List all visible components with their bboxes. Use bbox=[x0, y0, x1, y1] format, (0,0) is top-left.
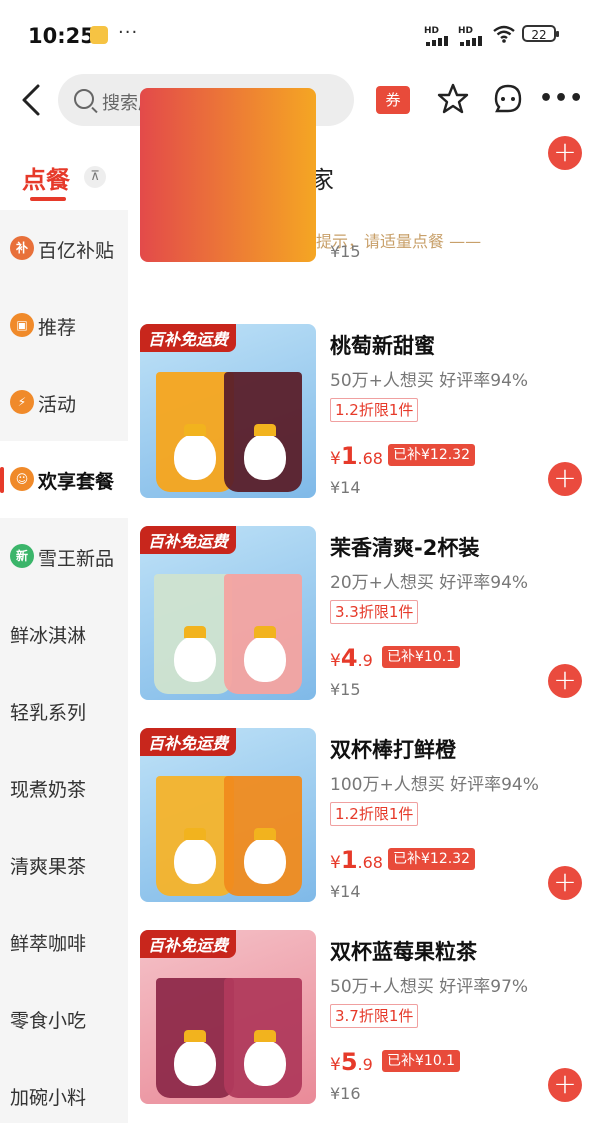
sidebar-item-label: 轻乳系列 bbox=[10, 702, 87, 724]
current-price: ¥5.9 bbox=[330, 1048, 373, 1076]
product-stats: 20万+人想买 好评率94% bbox=[330, 573, 529, 593]
subsidy-tag: 已补¥10.1 bbox=[382, 1050, 461, 1072]
mascot-illustration bbox=[174, 1030, 216, 1086]
battery-icon: 22 bbox=[522, 25, 559, 42]
promo-badge: 百补免运费 bbox=[140, 930, 237, 958]
search-icon bbox=[74, 89, 94, 109]
current-price: ¥4.9 bbox=[330, 644, 373, 672]
wifi-icon bbox=[493, 25, 515, 43]
product-stats: 50万+人想买 好评率97% bbox=[330, 977, 529, 997]
new-icon: 新 bbox=[10, 544, 34, 568]
sidebar-item-coffee[interactable]: 鲜萃咖啡 bbox=[0, 903, 128, 980]
product-image: 百补免运费 bbox=[140, 324, 316, 498]
sidebar-item-label: 雪王新品 bbox=[38, 548, 115, 570]
mascot-illustration bbox=[244, 1030, 286, 1086]
sidebar-item-combo[interactable]: ☺ 欢享套餐 bbox=[0, 441, 128, 518]
list-item-partial[interactable]: ¥15 + bbox=[128, 84, 600, 286]
product-stats: 50万+人想买 好评率94% bbox=[330, 371, 529, 391]
product-image: 百补免运费 bbox=[140, 728, 316, 902]
promo-badge: 百补免运费 bbox=[140, 728, 237, 756]
add-to-cart-button[interactable]: + bbox=[548, 664, 582, 698]
product-image: 百补免运费 bbox=[140, 930, 316, 1104]
product-image: 百补免运费 bbox=[140, 526, 316, 700]
sidebar-item-label: 活动 bbox=[38, 394, 77, 416]
sidebar-item-label: 鲜冰淇淋 bbox=[10, 625, 87, 647]
sidebar-item-label: 清爽果茶 bbox=[10, 856, 87, 878]
original-price: ¥15 bbox=[330, 680, 361, 699]
sidebar-item-label: 推荐 bbox=[38, 317, 77, 339]
discount-tag: 1.2折限1件 bbox=[330, 398, 419, 422]
sidebar-item-label: 加碗小料 bbox=[10, 1087, 87, 1109]
mascot-illustration bbox=[174, 424, 216, 480]
mascot-illustration bbox=[244, 828, 286, 884]
original-price: ¥15 bbox=[330, 242, 361, 261]
list-item[interactable]: 百补免运费 茉香清爽-2杯装 20万+人想买 好评率94% 3.3折限1件 ¥4… bbox=[128, 522, 600, 724]
discount-tag: 1.2折限1件 bbox=[330, 802, 419, 826]
add-to-cart-button[interactable]: + bbox=[548, 1068, 582, 1102]
mascot-illustration bbox=[244, 424, 286, 480]
current-price: ¥1.68 bbox=[330, 846, 383, 874]
add-to-cart-button[interactable]: + bbox=[548, 462, 582, 496]
original-price: ¥14 bbox=[330, 882, 361, 901]
product-list: —— 温馨提示，请适量点餐 —— ¥15 + 百补免运费 桃萄新甜蜜 50万+人… bbox=[128, 88, 600, 1123]
product-stats: 100万+人想买 好评率94% bbox=[330, 775, 539, 795]
sidebar-item-snacks[interactable]: 零食小吃 bbox=[0, 980, 128, 1057]
discount-tag: 3.3折限1件 bbox=[330, 600, 419, 624]
list-item[interactable]: 百补免运费 双杯棒打鲜橙 100万+人想买 好评率94% 1.2折限1件 ¥1.… bbox=[128, 724, 600, 926]
sidebar-item-light-milk[interactable]: 轻乳系列 bbox=[0, 672, 128, 749]
product-name: 双杯蓝莓果粒茶 bbox=[330, 940, 477, 964]
tab-order[interactable]: 点餐 bbox=[22, 160, 70, 195]
activity-icon: ⚡ bbox=[10, 390, 34, 414]
sidebar-item-new[interactable]: 新 雪王新品 bbox=[0, 518, 128, 595]
promo-badge: 百补免运费 bbox=[140, 324, 237, 352]
sidebar-item-activity[interactable]: ⚡ 活动 bbox=[0, 364, 128, 441]
subsidy-tag: 已补¥12.32 bbox=[388, 444, 475, 466]
mascot-illustration bbox=[174, 828, 216, 884]
collapse-icon[interactable]: ⊼ bbox=[84, 166, 106, 188]
product-image bbox=[140, 88, 316, 262]
sidebar-item-subsidy[interactable]: 补 百亿补贴 bbox=[0, 210, 128, 287]
subsidy-icon: 补 bbox=[10, 236, 34, 260]
sidebar-item-label: 鲜萃咖啡 bbox=[10, 933, 87, 955]
sidebar-item-label: 现煮奶茶 bbox=[10, 779, 87, 801]
original-price: ¥14 bbox=[330, 478, 361, 497]
original-price: ¥16 bbox=[330, 1084, 361, 1103]
sidebar-item-label: 百亿补贴 bbox=[38, 240, 115, 262]
subsidy-tag: 已补¥12.32 bbox=[388, 848, 475, 870]
more-notifications-icon: ··· bbox=[118, 22, 139, 43]
notification-app-icon bbox=[90, 26, 108, 44]
subsidy-tag: 已补¥10.1 bbox=[382, 646, 461, 668]
product-name: 茉香清爽-2杯装 bbox=[330, 536, 480, 560]
active-tab-indicator bbox=[30, 197, 66, 201]
promo-badge: 百补免运费 bbox=[140, 526, 237, 554]
sidebar-item-fruit-tea[interactable]: 清爽果茶 bbox=[0, 826, 128, 903]
back-arrow-icon[interactable] bbox=[18, 82, 48, 118]
clock: 10:25 bbox=[28, 24, 95, 48]
list-item[interactable]: 百补免运费 双杯蓝莓果粒茶 50万+人想买 好评率97% 3.7折限1件 ¥5.… bbox=[128, 926, 600, 1128]
sidebar-item-label: 零食小吃 bbox=[10, 1010, 87, 1032]
sidebar-item-recommend[interactable]: ▣ 推荐 bbox=[0, 287, 128, 364]
recommend-icon: ▣ bbox=[10, 313, 34, 337]
mascot-illustration bbox=[174, 626, 216, 682]
combo-icon: ☺ bbox=[10, 467, 34, 491]
product-name: 桃萄新甜蜜 bbox=[330, 334, 435, 358]
sidebar-item-toppings[interactable]: 加碗小料 bbox=[0, 1057, 128, 1134]
status-bar: 10:25 ··· HD HD 22 bbox=[0, 0, 600, 70]
list-item[interactable]: 百补免运费 桃萄新甜蜜 50万+人想买 好评率94% 1.2折限1件 ¥1.68… bbox=[128, 320, 600, 522]
sidebar-item-ice-cream[interactable]: 鲜冰淇淋 bbox=[0, 595, 128, 672]
add-to-cart-button[interactable]: + bbox=[548, 136, 582, 170]
product-name: 双杯棒打鲜橙 bbox=[330, 738, 456, 762]
discount-tag: 3.7折限1件 bbox=[330, 1004, 419, 1028]
category-sidebar: 补 百亿补贴 ▣ 推荐 ⚡ 活动 ☺ 欢享套餐 新 雪王新品 鲜冰淇淋 轻乳系列… bbox=[0, 210, 128, 1123]
sidebar-item-milk-tea[interactable]: 现煮奶茶 bbox=[0, 749, 128, 826]
mascot-illustration bbox=[244, 626, 286, 682]
signal-icon: HD bbox=[424, 26, 448, 46]
current-price: ¥1.68 bbox=[330, 442, 383, 470]
signal-icon: HD bbox=[458, 26, 482, 46]
sidebar-item-label: 欢享套餐 bbox=[38, 471, 115, 493]
add-to-cart-button[interactable]: + bbox=[548, 866, 582, 900]
